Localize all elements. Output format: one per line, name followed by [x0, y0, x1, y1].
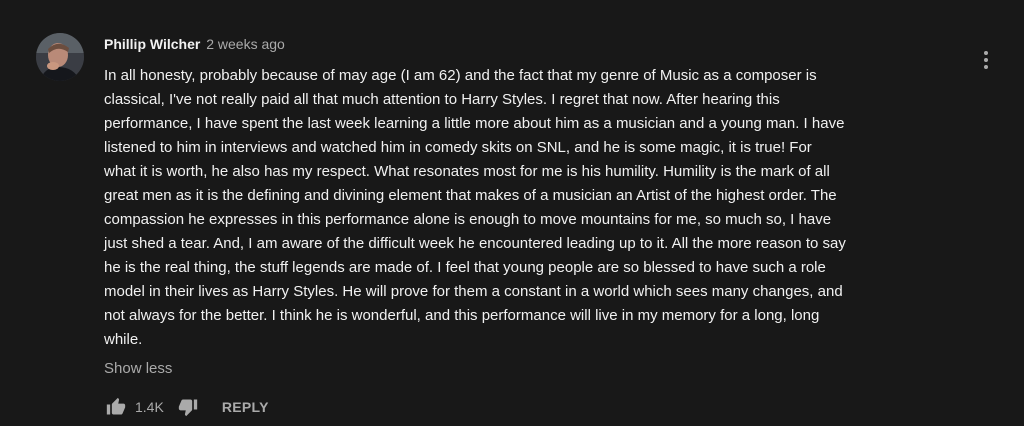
thumbs-down-icon[interactable] [176, 395, 200, 419]
comment-text-line: he is the real thing, the stuff legends … [104, 259, 826, 276]
author-name[interactable]: Phillip Wilcher [104, 36, 200, 52]
comment-text-line: model in their lives as Harry Styles. He… [104, 283, 843, 300]
avatar[interactable] [36, 33, 84, 81]
menu-dot [984, 58, 988, 62]
comment-thread: Phillip Wilcher 2 weeks ago In all hones… [0, 0, 1024, 426]
comment-timestamp[interactable]: 2 weeks ago [206, 36, 285, 52]
like-count: 1.4K [135, 399, 164, 415]
comment-text-line: great men as it is the defining and divi… [104, 187, 837, 204]
comment-text-line: compassion he expresses in this performa… [104, 211, 832, 228]
avatar-image [36, 33, 84, 81]
comment-text-line: listened to him in interviews and watche… [104, 139, 812, 156]
comment-text-line: what it is worth, he also has my respect… [104, 163, 830, 180]
show-less-button[interactable]: Show less [104, 359, 172, 379]
more-vertical-icon[interactable] [976, 47, 996, 73]
reply-button[interactable]: REPLY [222, 399, 269, 415]
comment-text-line: performance, I have spent the last week … [104, 115, 845, 132]
comment-header: Phillip Wilcher 2 weeks ago [104, 34, 984, 56]
comment-text-line: classical, I've not really paid all that… [104, 91, 780, 108]
thumbs-up-icon[interactable] [104, 395, 128, 419]
menu-dot [984, 51, 988, 55]
comment-text-line: not always for the better. I think he is… [104, 307, 820, 324]
comment-body: Phillip Wilcher 2 weeks ago In all hones… [104, 34, 984, 379]
comment-actions: 1.4K REPLY [104, 394, 269, 420]
comment-text-line: while. [104, 331, 143, 348]
comment-text-line: In all honesty, probably because of may … [104, 67, 817, 84]
comment-text: In all honesty, probably because of may … [104, 64, 984, 352]
comment-text-line: just shed a tear. And, I am aware of the… [104, 235, 846, 252]
menu-dot [984, 65, 988, 69]
